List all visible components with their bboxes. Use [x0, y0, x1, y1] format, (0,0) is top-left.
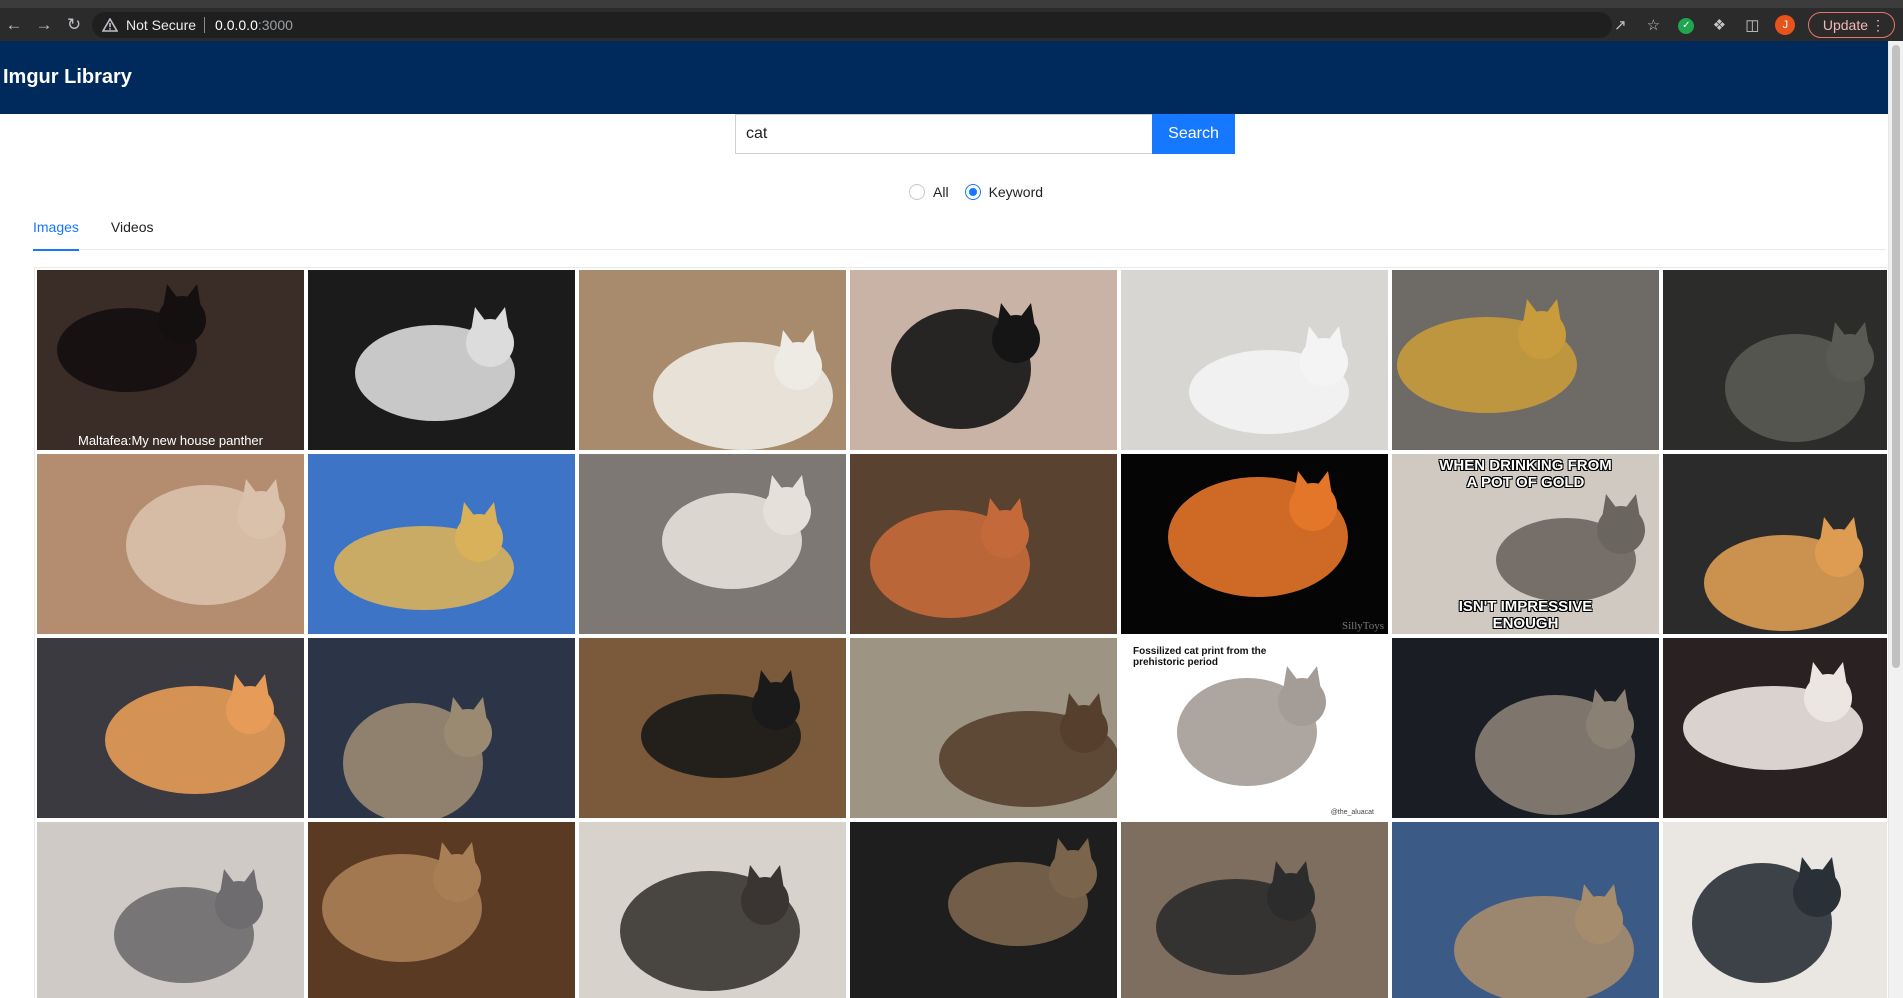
gallery-image[interactable] [579, 270, 846, 450]
browser-top-strip [0, 0, 1903, 8]
search-button[interactable]: Search [1152, 114, 1235, 154]
gallery-image-art [37, 454, 304, 634]
gallery-image-art [579, 822, 846, 998]
radio-all[interactable] [909, 184, 925, 200]
gallery-image[interactable] [1663, 822, 1887, 998]
gallery-image-art [308, 270, 575, 450]
watermark-text: @the_aluacat [1330, 809, 1374, 816]
gallery-image[interactable] [308, 270, 575, 450]
gallery-image-art [1392, 822, 1659, 998]
tab-images[interactable]: Images [33, 208, 79, 251]
image-caption: Maltafea:My new house panther [78, 433, 263, 448]
profile-initial: J [1775, 14, 1796, 35]
app-title: Imgur Library [3, 66, 132, 88]
gallery-image[interactable] [1121, 270, 1388, 450]
gallery-image[interactable] [1663, 454, 1887, 634]
side-panel-icon[interactable]: ◫ [1736, 16, 1769, 34]
gallery-image[interactable] [1121, 822, 1388, 998]
gallery-image-art [850, 454, 1117, 634]
image-gallery: Maltafea:My new house panther SillyToys WH… [34, 267, 1887, 998]
gallery-image-art [850, 822, 1117, 998]
gallery-image[interactable] [579, 638, 846, 818]
gallery-image-art [37, 638, 304, 818]
app-header: Imgur Library [0, 41, 1903, 114]
radio-all-label[interactable]: All [933, 184, 949, 200]
gallery-image-art [1392, 638, 1659, 818]
not-secure-label: Not Secure [126, 17, 197, 33]
gallery-image[interactable] [850, 638, 1117, 818]
gallery-image-art [308, 638, 575, 818]
gallery-image[interactable] [1392, 270, 1659, 450]
gallery-image[interactable]: SillyToys [1121, 454, 1388, 634]
update-label: Update [1822, 16, 1868, 33]
reload-icon[interactable]: ↻ [60, 15, 88, 35]
warning-triangle-icon [102, 18, 118, 32]
gallery-image[interactable] [308, 822, 575, 998]
extensions-puzzle-icon[interactable]: ❖ [1703, 16, 1736, 34]
share-icon[interactable]: ↗ [1604, 16, 1637, 34]
gallery-image-art [1663, 822, 1887, 998]
gallery-image[interactable] [850, 454, 1117, 634]
page-scrollbar[interactable] [1888, 41, 1903, 998]
radio-keyword[interactable] [964, 184, 981, 200]
scrollbar-thumb[interactable] [1892, 45, 1900, 668]
gallery-image[interactable] [579, 454, 846, 634]
search-bar: Search [735, 114, 1235, 154]
gallery-image[interactable] [579, 822, 846, 998]
gallery-image[interactable] [1663, 638, 1887, 818]
gallery-image-art [1663, 454, 1887, 634]
gallery-image-art [37, 270, 304, 450]
back-arrow-icon[interactable]: ← [0, 15, 28, 35]
gallery-image[interactable] [850, 270, 1117, 450]
forward-arrow-icon[interactable]: → [30, 15, 58, 35]
gallery-image[interactable] [37, 454, 304, 634]
gallery-image[interactable] [1392, 822, 1659, 998]
gallery-image[interactable] [850, 822, 1117, 998]
gallery-image[interactable] [308, 454, 575, 634]
gallery-image-art [1663, 270, 1887, 450]
gallery-image[interactable] [308, 638, 575, 818]
gallery-image-art [1392, 270, 1659, 450]
gallery-image[interactable]: WHEN DRINKING FROM A POT OF GOLD ISN'T IM… [1392, 454, 1659, 634]
page: Imgur Library Search All Keyword Images … [0, 41, 1903, 998]
meme-bottom-text: ISN'T IMPRESSIVE ENOUGH [1458, 598, 1593, 632]
gallery-image[interactable] [1663, 270, 1887, 450]
more-menu-icon: ⋮ [1871, 16, 1885, 33]
tab-videos[interactable]: Videos [111, 208, 154, 250]
browser-toolbar: ← → ↻ Not Secure 0.0.0.0:3000 ↗ ☆ ✓ ❖ ◫ … [0, 8, 1903, 41]
gallery-image-art [1121, 270, 1388, 450]
url-port: :3000 [257, 17, 293, 33]
gallery-image-art [579, 454, 846, 634]
media-tabs: Images Videos [33, 208, 1886, 251]
url-host: 0.0.0.0 [215, 17, 258, 33]
extension-check-icon[interactable]: ✓ [1670, 15, 1703, 34]
gallery-image[interactable] [37, 638, 304, 818]
watermark-text: SillyToys [1341, 620, 1384, 632]
gallery-image[interactable]: Fossilized cat print from the prehistori… [1121, 638, 1388, 818]
gallery-image[interactable] [37, 822, 304, 998]
gallery-image[interactable]: Maltafea:My new house panther [37, 270, 304, 450]
gallery-image-art [850, 638, 1117, 818]
gallery-image-art [1121, 822, 1388, 998]
gallery-image-art [850, 270, 1117, 450]
gallery-image-art [308, 454, 575, 634]
gallery-image[interactable] [1392, 638, 1659, 818]
search-input[interactable] [735, 114, 1152, 154]
gallery-image-art [1121, 454, 1388, 634]
address-bar[interactable]: Not Secure 0.0.0.0:3000 [92, 12, 1612, 38]
gallery-image-art [1663, 638, 1887, 818]
gallery-image-art [579, 270, 846, 450]
search-mode-radio-group: All Keyword [909, 184, 1059, 200]
address-divider [204, 17, 206, 33]
radio-keyword-label[interactable]: Keyword [989, 184, 1043, 200]
meme-top-text: WHEN DRINKING FROM A POT OF GOLD [1439, 457, 1612, 491]
profile-avatar[interactable]: J [1769, 14, 1802, 35]
bookmark-star-icon[interactable]: ☆ [1637, 16, 1670, 34]
gallery-image-art [37, 822, 304, 998]
update-button[interactable]: Update ⋮ [1807, 11, 1895, 38]
meme-caption-text: Fossilized cat print from the prehistori… [1133, 646, 1267, 668]
gallery-image-art [308, 822, 575, 998]
gallery-image-art [579, 638, 846, 818]
